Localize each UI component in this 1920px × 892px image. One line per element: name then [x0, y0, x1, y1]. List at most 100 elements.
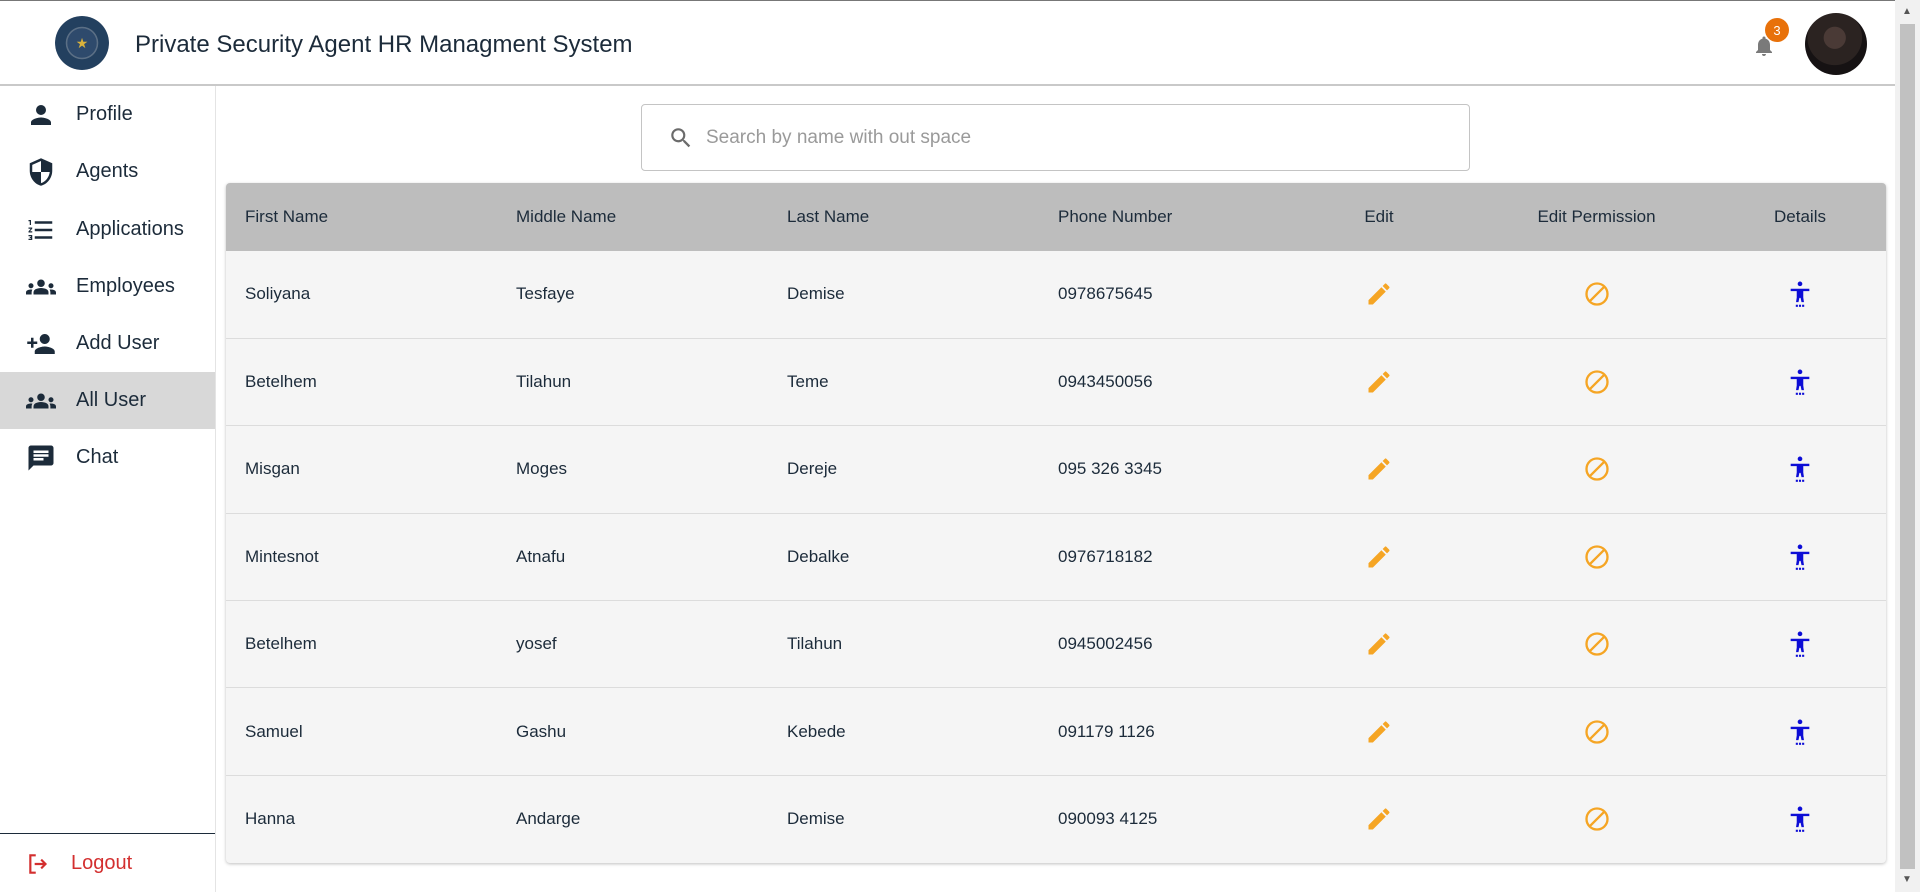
sidebar-item-profile[interactable]: Profile: [0, 86, 215, 143]
block-icon[interactable]: [1583, 543, 1611, 571]
sidebar-item-label: All User: [76, 389, 147, 411]
edit-pencil-icon[interactable]: [1365, 805, 1393, 833]
cell-first-name: Samuel: [245, 721, 303, 741]
cell-edit: [1279, 688, 1479, 775]
cell-phone-number: 0978675645: [1058, 284, 1153, 304]
cell-edit: [1279, 338, 1479, 425]
sidebar: Profile Agents Applications Employees Ad…: [0, 86, 216, 892]
logout-button[interactable]: Logout: [0, 841, 215, 887]
cell-edit: [1279, 251, 1479, 338]
column-header-details: Details: [1774, 207, 1826, 226]
app-title: Private Security Agent HR Managment Syst…: [135, 31, 633, 58]
cell-details: [1714, 251, 1886, 338]
block-icon[interactable]: [1583, 368, 1611, 396]
block-icon[interactable]: [1583, 718, 1611, 746]
edit-pencil-icon[interactable]: [1365, 455, 1393, 483]
cell-edit-permission: [1479, 513, 1714, 600]
column-header-first-name: First Name: [245, 207, 329, 226]
app-header: ★ Private Security Agent HR Managment Sy…: [0, 0, 1895, 86]
cell-edit-permission: [1479, 426, 1714, 513]
cell-details: [1714, 513, 1886, 600]
accessibility-icon[interactable]: [1786, 805, 1814, 833]
cell-last-name: Kebede: [787, 721, 846, 741]
sidebar-item-employees[interactable]: Employees: [0, 258, 215, 315]
scroll-down-arrow-icon[interactable]: ▼: [1902, 874, 1912, 885]
sidebar-item-label: Add User: [76, 332, 160, 354]
cell-edit-permission: [1479, 338, 1714, 425]
edit-pencil-icon[interactable]: [1365, 630, 1393, 658]
cell-details: [1714, 775, 1886, 862]
cell-first-name: Betelhem: [245, 372, 317, 392]
logout-label: Logout: [71, 852, 133, 874]
edit-pencil-icon[interactable]: [1365, 280, 1393, 308]
cell-phone-number: 0945002456: [1058, 634, 1153, 654]
cell-last-name: Demise: [787, 809, 845, 829]
cell-middle-name: Andarge: [516, 809, 581, 829]
cell-edit: [1279, 775, 1479, 862]
cell-phone-number: 0976718182: [1058, 546, 1153, 566]
group-icon: [25, 393, 56, 409]
scroll-up-arrow-icon[interactable]: ▲: [1902, 6, 1912, 17]
accessibility-icon[interactable]: [1786, 368, 1814, 396]
accessibility-icon[interactable]: [1786, 718, 1814, 746]
column-header-middle-name: Middle Name: [516, 207, 617, 226]
edit-pencil-icon[interactable]: [1365, 368, 1393, 396]
column-header-last-name: Last Name: [787, 207, 870, 226]
sidebar-divider: [0, 833, 215, 834]
sidebar-item-all-user[interactable]: All User: [0, 372, 215, 429]
block-icon[interactable]: [1583, 630, 1611, 658]
cell-edit-permission: [1479, 775, 1714, 862]
cell-first-name: Hanna: [245, 809, 296, 829]
person-add-icon: [27, 334, 55, 354]
sidebar-item-agents[interactable]: Agents: [0, 143, 215, 200]
cell-middle-name: yosef: [516, 634, 557, 654]
sidebar-item-applications[interactable]: Applications: [0, 201, 215, 258]
table-row: Mintesnot Atnafu Debalke 0976718182: [226, 513, 1886, 601]
block-icon[interactable]: [1583, 280, 1611, 308]
users-table-card: First Name Middle Name Last Name Phone N…: [226, 183, 1886, 863]
table-row: Betelhem Tilahun Teme 0943450056: [226, 338, 1886, 426]
cell-middle-name: Atnafu: [516, 546, 566, 566]
cell-phone-number: 090093 4125: [1058, 809, 1158, 829]
cell-phone-number: 0943450056: [1058, 372, 1153, 392]
user-avatar[interactable]: [1805, 13, 1867, 75]
cell-last-name: Tilahun: [787, 634, 843, 654]
cell-edit-permission: [1479, 688, 1714, 775]
cell-edit: [1279, 513, 1479, 600]
cell-first-name: Misgan: [245, 459, 300, 479]
accessibility-icon[interactable]: [1786, 630, 1814, 658]
group-icon: [25, 279, 56, 295]
search-input[interactable]: [706, 117, 1446, 159]
sidebar-item-label: Applications: [76, 218, 184, 240]
column-header-edit: Edit: [1364, 207, 1394, 226]
sidebar-item-label: Agents: [76, 160, 139, 182]
cell-details: [1714, 426, 1886, 513]
sidebar-item-add-user[interactable]: Add User: [0, 315, 215, 372]
cell-middle-name: Tilahun: [516, 372, 572, 392]
table-header-row: First Name Middle Name Last Name Phone N…: [226, 183, 1886, 251]
page-scrollbar[interactable]: ▲ ▼: [1895, 0, 1920, 892]
cell-details: [1714, 601, 1886, 688]
edit-pencil-icon[interactable]: [1365, 718, 1393, 746]
edit-pencil-icon[interactable]: [1365, 543, 1393, 571]
block-icon[interactable]: [1583, 805, 1611, 833]
list-icon: [28, 220, 53, 240]
accessibility-icon[interactable]: [1786, 455, 1814, 483]
cell-details: [1714, 688, 1886, 775]
block-icon[interactable]: [1583, 455, 1611, 483]
accessibility-icon[interactable]: [1786, 280, 1814, 308]
shield-icon: [29, 158, 53, 186]
sidebar-item-label: Chat: [76, 446, 119, 468]
accessibility-icon[interactable]: [1786, 543, 1814, 571]
cell-first-name: Betelhem: [245, 634, 317, 654]
sidebar-item-chat[interactable]: Chat: [0, 429, 215, 486]
table-row: Hanna Andarge Demise 090093 4125: [226, 775, 1886, 862]
cell-last-name: Dereje: [787, 459, 838, 479]
table-row: Soliyana Tesfaye Demise 0978675645: [226, 251, 1886, 339]
search-icon: [671, 128, 691, 148]
cell-edit-permission: [1479, 601, 1714, 688]
table-row: Samuel Gashu Kebede 091179 1126: [226, 688, 1886, 776]
cell-middle-name: Moges: [516, 459, 568, 479]
cell-first-name: Mintesnot: [245, 546, 319, 566]
scrollbar-thumb[interactable]: [1900, 24, 1915, 869]
